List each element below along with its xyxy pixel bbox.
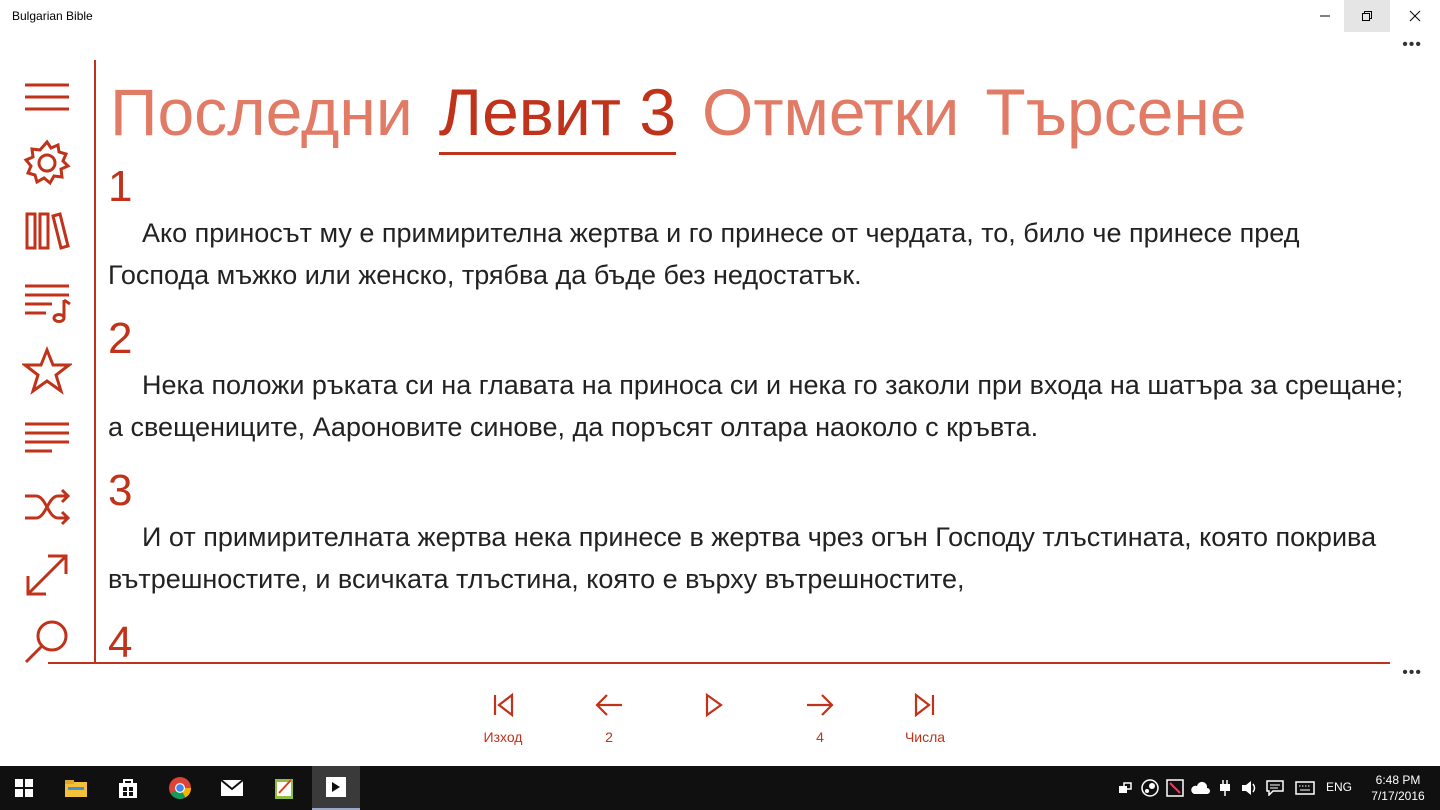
- next-book-button[interactable]: Числа: [885, 690, 965, 747]
- windows-logo-icon: [15, 779, 33, 797]
- verse-number: 2: [108, 314, 133, 363]
- verse-text: И от примирителната жертва нека принесе …: [108, 522, 1377, 594]
- arrow-left-icon: [595, 694, 622, 716]
- taskbar-mail[interactable]: [208, 766, 256, 810]
- tab-recent[interactable]: Последни: [110, 72, 413, 152]
- mail-icon: [220, 779, 244, 796]
- arrow-right-icon: [807, 694, 834, 716]
- folder-icon: [65, 780, 87, 797]
- tray-action-center-icon[interactable]: [1262, 766, 1288, 810]
- store-bag-icon: [119, 779, 137, 798]
- rail-divider: [94, 60, 96, 663]
- start-button[interactable]: [0, 766, 48, 810]
- tab-search[interactable]: Търсене: [985, 72, 1246, 152]
- tray-steam-icon[interactable]: [1137, 766, 1163, 810]
- restore-icon: [1362, 11, 1372, 21]
- verse-number: 3: [108, 466, 133, 515]
- previous-chapter-button[interactable]: 2: [569, 690, 649, 747]
- verse-text: Ако приносът му е примирителна жертва и …: [108, 218, 1300, 290]
- notepad-icon: [275, 779, 293, 799]
- window-title: Bulgarian Bible: [12, 9, 93, 23]
- chapter-content[interactable]: 1 Ако приносът му е примирителна жертва …: [108, 162, 1408, 662]
- title-bar: Bulgarian Bible: [0, 0, 1440, 32]
- first-chapter-label: Изход: [483, 729, 523, 745]
- tray-network-sharing-icon[interactable]: [1112, 766, 1138, 810]
- taskbar-file-explorer[interactable]: [52, 766, 100, 810]
- taskbar-bulgarian-bible[interactable]: [312, 766, 360, 810]
- search-icon[interactable]: [20, 614, 74, 668]
- close-icon: [1409, 10, 1421, 22]
- next-chapter-button[interactable]: 4: [780, 690, 860, 747]
- pivot-header: Последни Левит 3 Отметки Търсене: [110, 72, 1273, 156]
- minimize-icon: [1320, 15, 1330, 17]
- tray-volume-icon[interactable]: [1237, 766, 1263, 810]
- verse: 3 И от примирителната жертва нека принес…: [108, 466, 1408, 600]
- clock-time: 6:48 PM: [1375, 773, 1421, 787]
- verse: 2 Нека положи ръката си на главата на пр…: [108, 314, 1408, 448]
- next-book-label: Числа: [904, 729, 946, 745]
- next-chapter-label: 4: [816, 729, 824, 745]
- verse: 4: [108, 618, 1408, 662]
- windows-taskbar: ENG 6:48 PM 7/17/2016: [0, 766, 1440, 810]
- shuffle-icon[interactable]: [20, 480, 74, 534]
- gear-icon[interactable]: [20, 136, 74, 190]
- clock-date: 7/17/2016: [1371, 789, 1425, 803]
- bible-app-icon: [326, 777, 346, 797]
- app-window: Bulgarian Bible ••• Последни Левит 3 Отм…: [0, 0, 1440, 766]
- playlist-icon[interactable]: [20, 274, 74, 328]
- text-lines-icon[interactable]: [20, 412, 74, 466]
- input-language[interactable]: ENG: [1326, 780, 1352, 794]
- verse-number: 4: [108, 618, 133, 662]
- star-icon[interactable]: [20, 344, 74, 398]
- taskbar-store[interactable]: [104, 766, 152, 810]
- verse-number: 1: [108, 162, 133, 211]
- skip-forward-icon: [914, 692, 935, 718]
- bottom-app-bar: Изход 2 4 Числа: [0, 664, 1440, 766]
- tray-nvidia-icon[interactable]: [1162, 766, 1188, 810]
- tray-onedrive-icon[interactable]: [1187, 766, 1213, 810]
- restore-button[interactable]: [1344, 0, 1390, 32]
- resize-arrow-icon[interactable]: [20, 548, 74, 602]
- chrome-icon: [169, 777, 191, 799]
- taskbar-clock[interactable]: 6:48 PM 7/17/2016: [1362, 772, 1434, 804]
- first-chapter-button[interactable]: Изход: [463, 690, 543, 747]
- close-button[interactable]: [1392, 0, 1438, 32]
- tab-bookmarks[interactable]: Отметки: [702, 72, 959, 152]
- tray-power-plug-icon[interactable]: [1212, 766, 1238, 810]
- tray-keyboard-icon[interactable]: [1292, 766, 1318, 810]
- verse: 1 Ако приносът му е примирителна жертва …: [108, 162, 1408, 296]
- play-label: [674, 729, 754, 747]
- tab-current-chapter[interactable]: Левит 3: [438, 72, 676, 155]
- play-button[interactable]: [674, 690, 754, 747]
- minimize-button[interactable]: [1302, 0, 1348, 32]
- taskbar-chrome[interactable]: [156, 766, 204, 810]
- skip-back-icon: [493, 692, 514, 718]
- library-icon[interactable]: [20, 204, 74, 258]
- hamburger-menu-icon[interactable]: [20, 70, 74, 124]
- more-options-top-icon[interactable]: •••: [1402, 36, 1422, 54]
- taskbar-notes-app[interactable]: [260, 766, 308, 810]
- previous-chapter-label: 2: [605, 729, 613, 745]
- play-icon: [705, 692, 723, 718]
- verse-text: Нека положи ръката си на главата на прин…: [108, 370, 1404, 442]
